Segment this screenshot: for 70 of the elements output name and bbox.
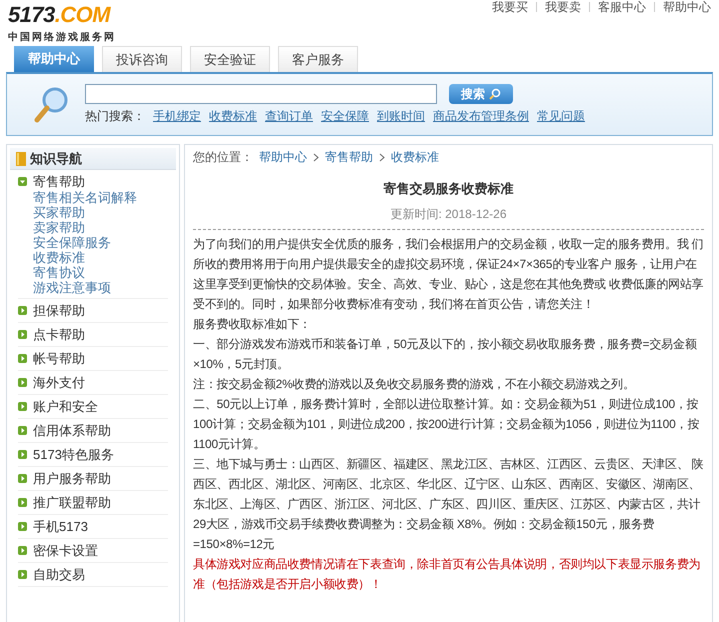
expand-icon[interactable] <box>18 474 27 483</box>
sidebar-item[interactable]: 信用体系帮助 <box>33 422 111 439</box>
site-logo[interactable]: 5173.COM <box>8 4 116 26</box>
breadcrumb-link[interactable]: 寄售帮助 <box>325 148 373 166</box>
chevron-icon <box>313 152 319 162</box>
top-link[interactable]: 客服中心 <box>598 0 646 14</box>
expand-icon[interactable] <box>18 570 27 579</box>
sidebar-title: 知识导航 <box>30 150 82 168</box>
expand-icon[interactable] <box>18 498 27 507</box>
expand-icon[interactable] <box>18 378 27 387</box>
breadcrumb-link[interactable]: 收费标准 <box>391 148 439 166</box>
logo-tagline: 中国网络游戏服务网 <box>8 30 116 45</box>
sidebar-subitem[interactable]: 卖家帮助 <box>33 220 168 235</box>
sidebar-item[interactable]: 点卡帮助 <box>33 326 85 343</box>
sidebar-item[interactable]: 寄售帮助 <box>33 173 85 190</box>
sidebar-subitem[interactable]: 寄售协议 <box>33 265 168 280</box>
top-link[interactable]: 帮助中心 <box>663 0 711 14</box>
search-field[interactable] <box>85 84 437 104</box>
top-link[interactable]: 我要买 <box>492 0 528 14</box>
sidebar-item[interactable]: 账户和安全 <box>33 398 98 415</box>
sidebar-item[interactable]: 自助交易 <box>33 566 85 583</box>
hot-search-link[interactable]: 查询订单 <box>265 107 313 125</box>
book-icon <box>16 152 26 166</box>
sidebar-item[interactable]: 用户服务帮助 <box>33 470 111 487</box>
article-paragraph: 为了向我们的用户提供安全优质的服务，我们会根据用户的交易金额，收取一定的服务费用。我 们所收的费用将用于向用户提供最安全的虚拟交易环境，保证24×7×365的专业客户 服务，让用户在这里享受到更愉快的交易体验。安全、高效、专业、贴心，这是您在其他免费或 收费低廉的网站享受不到的。同时，如果部分收费标准有变动，我们将在首页公告，请您关注！ <box>193 236 704 312</box>
sidebar-item[interactable]: 5173特色服务 <box>33 446 114 463</box>
article-paragraph: 一、部分游戏发布游戏币和装备订单，50元及以下的，按小额交易收取服务费，服务费=交易金额 ×10%，5元封顶。 <box>193 336 698 372</box>
tab[interactable]: 客户服务 <box>278 46 358 72</box>
sidebar-item[interactable]: 密保卡设置 <box>33 542 98 559</box>
search-icon <box>33 86 69 124</box>
hot-search-link[interactable]: 安全保障 <box>321 107 369 125</box>
hot-search-link[interactable]: 到账时间 <box>377 107 425 125</box>
tab[interactable]: 安全验证 <box>190 46 270 72</box>
hot-search-link[interactable]: 手机绑定 <box>153 107 201 125</box>
chevron-icon <box>379 152 385 162</box>
expand-icon[interactable] <box>18 402 27 411</box>
breadcrumb-label: 您的位置： <box>193 149 253 166</box>
article-paragraph: 二、50元以上订单，服务费计算时，全部以进位取整计算。如：交易金额为51，则进位成100，按 100计算；交易金额为101，则进位成200，按200进行计算；交易金额为1056，则进位为1100，按 1100元计算。 <box>193 396 700 452</box>
expand-icon[interactable] <box>18 546 27 555</box>
sidebar-subitem[interactable]: 寄售相关名词解释 <box>33 190 168 205</box>
sidebar-item[interactable]: 推广联盟帮助 <box>33 494 111 511</box>
sidebar-subitem[interactable]: 游戏注意事项 <box>33 280 168 295</box>
sidebar-item[interactable]: 帐号帮助 <box>33 350 85 367</box>
expand-icon[interactable] <box>18 426 27 435</box>
search-icon <box>489 88 501 100</box>
hot-search-link[interactable]: 收费标准 <box>209 107 257 125</box>
expand-icon[interactable] <box>18 330 27 339</box>
article-paragraph: 服务费收取标准如下： <box>193 316 312 332</box>
collapse-icon[interactable] <box>18 177 27 186</box>
sidebar-item[interactable]: 手机5173 <box>33 518 88 535</box>
expand-icon[interactable] <box>18 354 27 363</box>
article-title: 寄售交易服务收费标准 <box>382 180 514 198</box>
notice-paragraph: 具体游戏对应商品收费情况请在下表查询，除非首页有公告具体说明，否则均以下表显示服务费为准（包括游戏是否开启小额收费）！ <box>193 556 702 592</box>
hot-search-link[interactable]: 商品发布管理条例 <box>433 107 529 125</box>
article-paragraph: 注：按交易金额2%收费的游戏以及免收交易服务费的游戏，不在小额交易游戏之列。 <box>193 376 636 392</box>
expand-icon[interactable] <box>18 522 27 531</box>
hot-search-label: 热门搜索： <box>85 108 145 125</box>
sidebar-item[interactable]: 担保帮助 <box>33 302 85 319</box>
top-link[interactable]: 我要卖 <box>545 0 581 14</box>
expand-icon[interactable] <box>18 450 27 459</box>
breadcrumb-link[interactable]: 帮助中心 <box>259 148 307 166</box>
update-time: 更新时间: 2018-12-26 <box>389 206 508 222</box>
sidebar-subitem[interactable]: 买家帮助 <box>33 205 168 220</box>
sidebar-subitem[interactable]: 收费标准 <box>33 250 168 265</box>
hot-search-link[interactable]: 常见问题 <box>537 107 585 125</box>
tab[interactable]: 投诉咨询 <box>102 46 182 72</box>
expand-icon[interactable] <box>18 306 27 315</box>
article-paragraph: 三、地下城与勇士：山西区、新疆区、福建区、黑龙江区、吉林区、江西区、云贵区、天津区、 陕西区、西北区、湖北区、河南区、北京区、华北区、辽宁区、山东区、西南区、安徽区、湖南区、东北区、上海区、广西区、浙江区、河北区、广东区、四川区、重庆区、江苏区、内蒙古区，共计29大区，游戏币交易手续费收费调整为：交易金额 X8%。例如：交易金额150元，服务费=150×8%=12元 <box>193 456 704 552</box>
sidebar-subitem[interactable]: 安全保障服务 <box>33 235 168 250</box>
sidebar-item[interactable]: 海外支付 <box>33 374 85 391</box>
